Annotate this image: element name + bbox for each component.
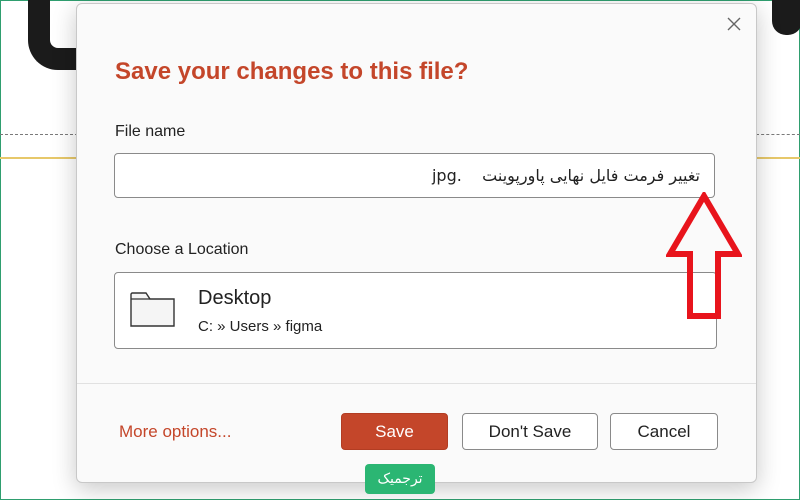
close-icon[interactable] [726,16,742,32]
file-name-input[interactable] [114,153,715,198]
folder-icon [130,292,175,327]
location-name: Desktop [198,287,272,309]
close-button[interactable] [722,12,746,36]
background-glyph-right [772,0,800,35]
more-options-link[interactable]: More options... [119,422,231,442]
up-arrow-icon [666,192,742,319]
save-changes-dialog: Save your changes to this file? File nam… [76,3,757,483]
dont-save-button[interactable]: Don't Save [462,413,598,450]
footer-divider [77,383,756,384]
watermark-logo: ترجمیک [365,464,435,494]
background-gold-line-right [756,157,800,159]
background-gold-line [0,157,78,159]
background-dotted-line-right [756,134,800,135]
dialog-title: Save your changes to this file? [115,58,469,85]
cancel-button[interactable]: Cancel [610,413,718,450]
location-label: Choose a Location [115,241,249,258]
location-path: C: » Users » figma [198,318,323,335]
file-name-label: File name [115,123,186,140]
background-dotted-line [0,134,78,135]
save-button[interactable]: Save [341,413,448,450]
location-picker[interactable]: Desktop C: » Users » figma [114,272,717,349]
